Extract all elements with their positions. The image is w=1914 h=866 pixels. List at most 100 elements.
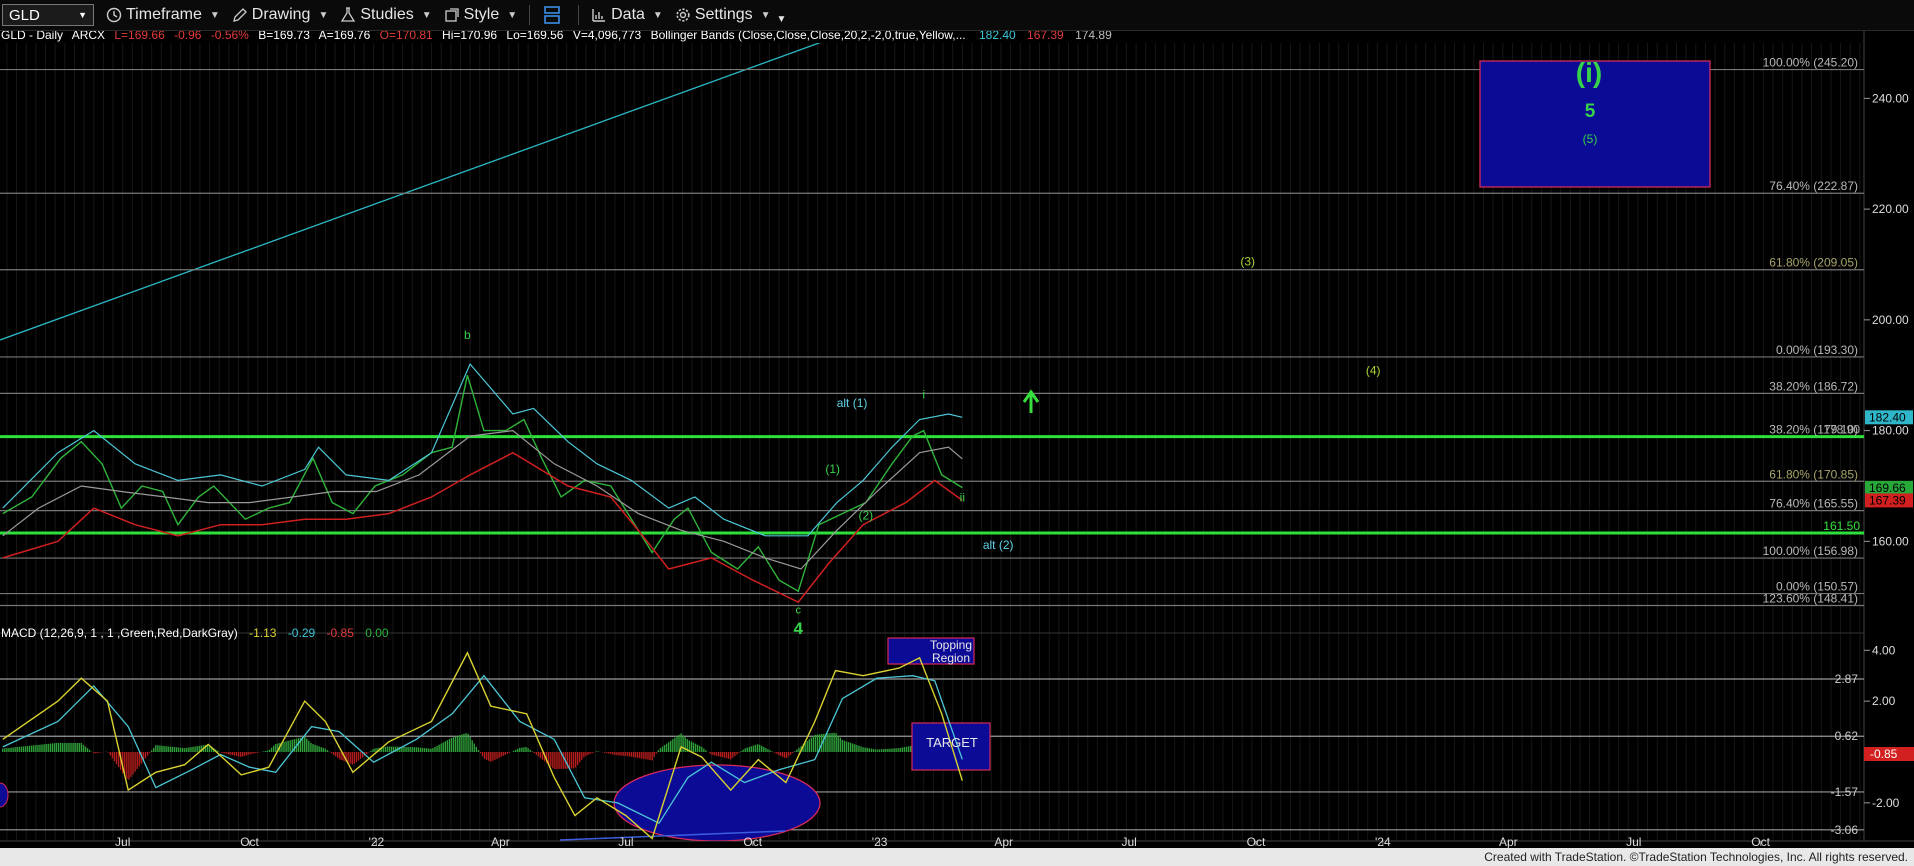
time-label: Oct xyxy=(1247,835,1266,848)
time-label: Oct xyxy=(743,835,762,848)
layout-icon xyxy=(544,6,560,24)
time-label: Jul xyxy=(115,835,130,848)
settings-label: Settings xyxy=(694,6,753,23)
price-tag-text: 182.40 xyxy=(1869,410,1906,424)
data-caret-icon: ▼ xyxy=(652,9,663,21)
copyright-footer: Created with TradeStation. ©TradeStation… xyxy=(0,848,1914,866)
fib-label: 38.20% (186.72) xyxy=(1769,379,1858,393)
svg-text:GLD - Daily ARCX L: GLD - Daily ARCX L=169.66 -0.96 -0.56% B… xyxy=(1,31,1112,42)
overflow-caret-icon: ▼ xyxy=(776,13,787,25)
drawing-caret-icon: ▼ xyxy=(318,9,329,21)
toolbar-separator xyxy=(529,5,531,25)
studies-label: Studies xyxy=(360,6,414,23)
toolbar: GLD ▼ Timeframe ▼ Drawing ▼ Studies ▼ Style… xyxy=(0,0,1914,31)
bar-chart-icon xyxy=(592,9,606,22)
macd-level-label: 2.87 xyxy=(1835,672,1859,686)
studies-caret-icon: ▼ xyxy=(421,9,432,21)
price-tag-text: 167.39 xyxy=(1869,493,1906,507)
fib-label: 0.00% (193.30) xyxy=(1776,343,1858,357)
style-icon xyxy=(444,8,459,22)
data-label: Data xyxy=(611,6,645,23)
price-header: GLD - Daily ARCX L=169.66 -0.96 -0.56% B… xyxy=(1,31,1112,42)
flask-icon xyxy=(341,7,356,22)
price-tick-label: 160.00 xyxy=(1872,534,1909,548)
layout-button[interactable] xyxy=(542,5,566,25)
macd-level-label: -3.06 xyxy=(1831,823,1859,837)
time-label: Jul xyxy=(1626,835,1641,848)
header-bb-lower: 167.39 xyxy=(1027,31,1064,42)
header-bb-upper: 182.40 xyxy=(979,31,1016,42)
fib-label: 61.80% (170.85) xyxy=(1769,467,1858,481)
time-label: Apr xyxy=(1499,835,1518,848)
svg-text:MACD (12,26,9, 1 , 1 ,Green,Re: MACD (12,26,9, 1 , 1 ,Green,Red,DarkGray… xyxy=(1,626,389,640)
wave-label: ii xyxy=(960,490,965,504)
timeframe-label: Timeframe xyxy=(126,6,202,23)
fib-label: 76.40% (222.87) xyxy=(1769,179,1858,193)
pencil-icon xyxy=(232,8,247,22)
time-label: Apr xyxy=(491,835,510,848)
time-label: Jul xyxy=(618,835,633,848)
clock-icon xyxy=(106,7,122,23)
wave-label: (4) xyxy=(1366,364,1381,378)
fib-label: 100.00% (245.20) xyxy=(1763,56,1858,70)
macd-header-label: MACD (12,26,9, 1 , 1 ,Green,Red,DarkGray… xyxy=(1,626,238,640)
wave-label: alt (1) xyxy=(837,396,868,410)
price-tick-label: 180.00 xyxy=(1872,424,1909,438)
time-label: '22 xyxy=(369,835,385,848)
topping-region-label-1: Topping xyxy=(930,638,972,652)
style-caret-icon: ▼ xyxy=(507,9,518,21)
fib-label: 61.80% (209.05) xyxy=(1769,256,1858,270)
macd-tick-label: 4.00 xyxy=(1872,643,1896,657)
symbol-text: GLD xyxy=(9,6,40,24)
topping-region-label-2: Region xyxy=(932,651,970,665)
header-bb-label: Bollinger Bands (Close,Close,Close,20,2,… xyxy=(651,31,966,42)
header-change: -0.96 xyxy=(174,31,202,42)
timeframe-caret-icon: ▼ xyxy=(209,9,220,21)
header-high: Hi=170.96 xyxy=(442,31,497,42)
symbol-input[interactable]: GLD ▼ xyxy=(2,4,94,26)
header-ask: A=169.76 xyxy=(319,31,371,42)
drawing-label: Drawing xyxy=(251,6,311,23)
drawing-button[interactable]: Drawing ▼ xyxy=(232,6,329,24)
wave-label: 4 xyxy=(794,619,804,638)
data-button[interactable]: Data ▼ xyxy=(591,6,663,24)
style-button[interactable]: Style ▼ xyxy=(444,6,517,24)
wave-label: c xyxy=(796,604,802,616)
symbol-dropdown-icon: ▼ xyxy=(78,10,87,20)
macd-tick-label: 2.00 xyxy=(1872,694,1896,708)
wave-label: i xyxy=(922,387,925,401)
macd-header-hist: -0.85 xyxy=(327,626,355,640)
header-last: L=169.66 xyxy=(114,31,165,42)
time-label: Oct xyxy=(1751,835,1770,848)
wave-label: (3) xyxy=(1240,255,1255,269)
header-exchange: ARCX xyxy=(72,31,105,42)
time-label: Apr xyxy=(994,835,1013,848)
chart-canvas[interactable]: b alt (1) i (1) (2) ii alt (2) c 4 (3) (4) (i) 5 (… xyxy=(0,31,1914,848)
header-bid: B=169.73 xyxy=(258,31,310,42)
studies-button[interactable]: Studies ▼ xyxy=(340,6,432,24)
target-wave-label-mid: 5 xyxy=(1585,101,1596,122)
settings-button[interactable]: Settings ▼ ▼ xyxy=(675,6,787,25)
wave-label: (1) xyxy=(825,462,840,476)
target-label: TARGET xyxy=(926,735,978,750)
fib-label: 100.00% (156.98) xyxy=(1763,544,1858,558)
fib-label: 123.60% (148.41) xyxy=(1763,592,1858,606)
macd-tick-label: -2.00 xyxy=(1872,796,1900,810)
time-label: Oct xyxy=(240,835,259,848)
timeframe-button[interactable]: Timeframe ▼ xyxy=(106,6,220,24)
time-label: '23 xyxy=(872,835,888,848)
header-change-pct: -0.56% xyxy=(211,31,249,42)
wave-label: (2) xyxy=(858,509,873,523)
support-label: 161.50 xyxy=(1823,519,1860,533)
macd-level-label: -1.57 xyxy=(1831,785,1859,799)
support-label: 178.90 xyxy=(1823,423,1860,437)
toolbar-separator xyxy=(578,5,580,25)
header-bb-mid: 174.89 xyxy=(1075,31,1112,42)
gear-icon xyxy=(676,8,690,22)
header-symbol: GLD - Daily xyxy=(1,31,63,42)
header-open: O=170.81 xyxy=(380,31,433,42)
price-tick-label: 240.00 xyxy=(1872,91,1909,105)
fib-label: 76.40% (165.55) xyxy=(1769,497,1858,511)
price-tick-label: 200.00 xyxy=(1872,313,1909,327)
macd-header-signal: -0.29 xyxy=(288,626,316,640)
